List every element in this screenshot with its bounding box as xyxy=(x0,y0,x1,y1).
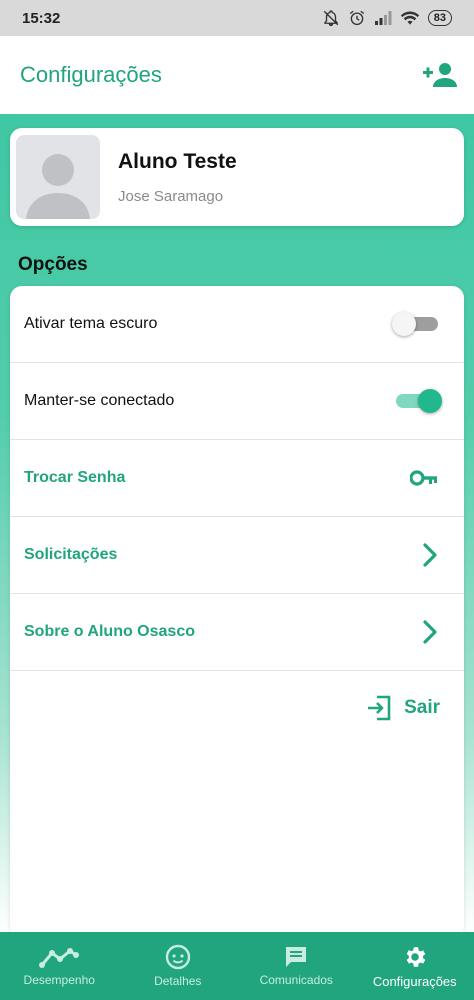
bell-off-icon xyxy=(323,10,338,27)
logout-label: Sair xyxy=(404,697,440,718)
option-dark-theme[interactable]: Ativar tema escuro xyxy=(10,286,464,363)
option-stay-connected[interactable]: Manter-se conectado xyxy=(10,363,464,440)
nav-label: Detalhes xyxy=(154,974,202,988)
option-change-password[interactable]: Trocar Senha xyxy=(10,440,464,517)
option-about[interactable]: Sobre o Aluno Osasco xyxy=(10,594,464,671)
profile-card[interactable]: Aluno Teste Jose Saramago xyxy=(10,128,464,226)
nav-item-desempenho[interactable]: Desempenho xyxy=(4,945,114,987)
wifi-icon xyxy=(400,11,419,25)
app-bar: Configurações xyxy=(0,36,474,114)
profile-name: Aluno Teste xyxy=(118,149,237,173)
chart-line-icon xyxy=(39,948,80,968)
nav-item-detalhes[interactable]: Detalhes xyxy=(123,944,233,988)
gear-icon xyxy=(406,946,426,967)
page-title: Configurações xyxy=(20,62,162,87)
status-time: 15:32 xyxy=(22,9,61,27)
message-icon xyxy=(286,947,307,967)
battery-indicator: 83 xyxy=(427,10,452,26)
bottom-navigation: Desempenho Detalhes Comunicados Configur… xyxy=(0,932,474,1000)
option-requests[interactable]: Solicitações xyxy=(10,517,464,594)
stay-connected-toggle[interactable] xyxy=(396,389,442,413)
logout-button[interactable]: Sair xyxy=(10,671,464,721)
chevron-right-icon xyxy=(423,543,437,567)
profile-text: Aluno Teste Jose Saramago xyxy=(118,150,237,205)
nav-label: Desempenho xyxy=(23,973,95,987)
add-user-button[interactable] xyxy=(422,57,458,93)
nav-item-configuracoes[interactable]: Configurações xyxy=(360,944,470,989)
alarm-icon xyxy=(349,10,364,26)
status-bar: 15:32 83 xyxy=(0,0,474,36)
key-icon xyxy=(410,470,437,486)
logout-icon xyxy=(368,695,391,721)
option-label: Solicitações xyxy=(24,546,118,563)
dark-theme-toggle[interactable] xyxy=(392,312,438,336)
option-label: Sobre o Aluno Osasco xyxy=(24,623,195,640)
nav-label: Comunicados xyxy=(259,973,333,987)
option-label: Trocar Senha xyxy=(24,469,126,486)
avatar xyxy=(16,135,100,219)
section-title-options: Opções xyxy=(18,254,88,275)
profile-subtitle: Jose Saramago xyxy=(118,187,224,205)
settings-content: Aluno Teste Jose Saramago Opções Ativar … xyxy=(0,114,474,938)
signal-icon xyxy=(374,11,392,25)
chevron-right-icon xyxy=(423,620,437,644)
option-label: Manter-se conectado xyxy=(24,392,175,409)
option-label: Ativar tema escuro xyxy=(24,315,158,332)
status-icons: 83 xyxy=(322,9,452,27)
face-icon xyxy=(165,944,190,970)
nav-item-comunicados[interactable]: Comunicados xyxy=(241,945,351,987)
person-add-icon xyxy=(423,63,457,87)
nav-label: Configurações xyxy=(372,973,457,989)
person-placeholder-icon xyxy=(26,154,90,219)
options-card: Ativar tema escuro Manter-se conectado T… xyxy=(10,286,464,938)
